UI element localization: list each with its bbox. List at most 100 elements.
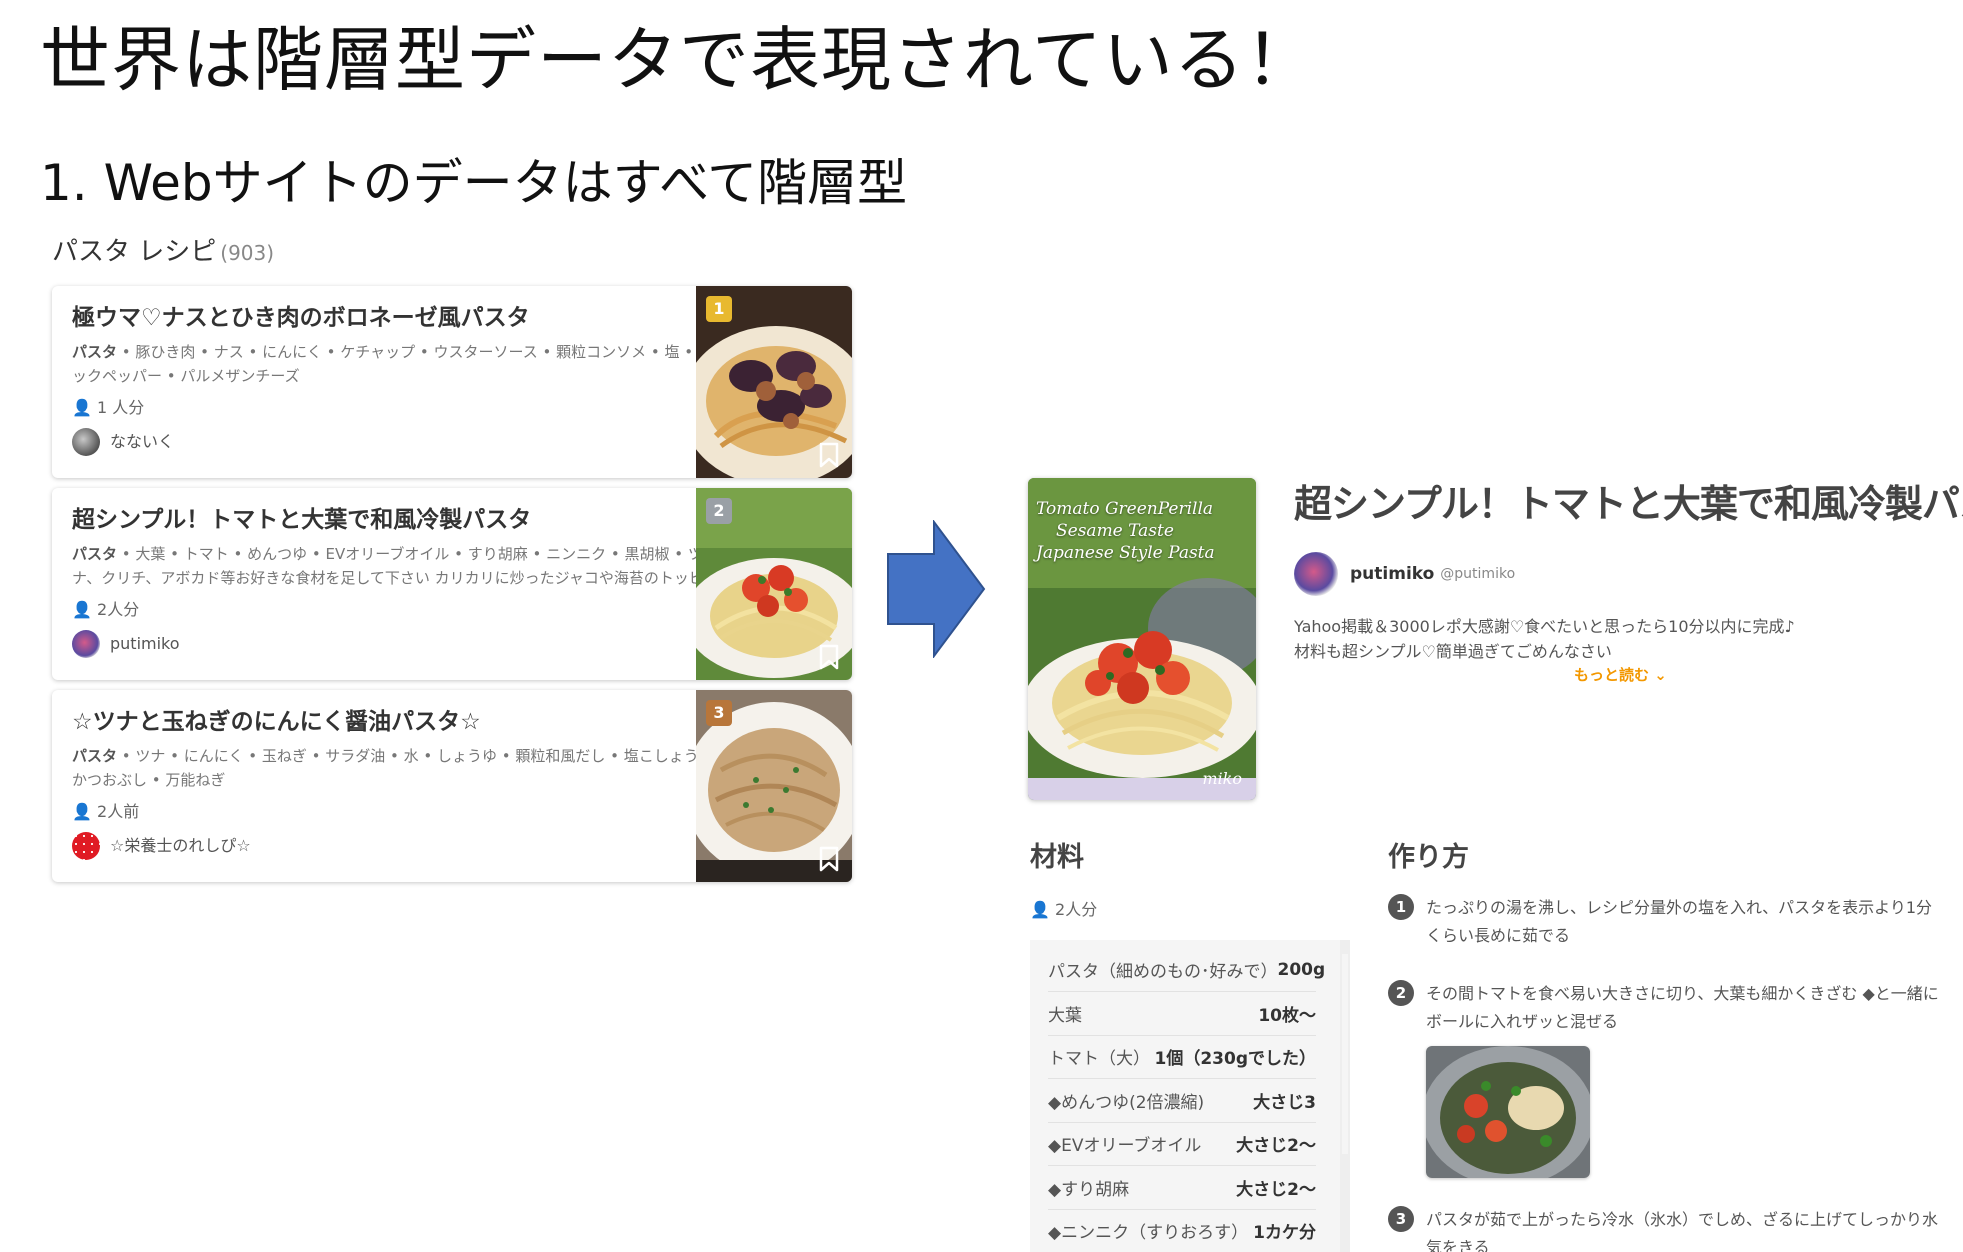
- slide-title: 世界は階層型データで表現されている！: [40, 19, 1316, 101]
- ingredient-row: トマト（大） 1個（230gでした）: [1048, 1035, 1316, 1079]
- ingredient-row: パスタ（細めのもの･好みで） 200g: [1048, 948, 1325, 992]
- photo-overlay-line: Tomato GreenPerilla: [1036, 499, 1214, 519]
- ingredient-lead: パスタ: [72, 747, 118, 765]
- ingredient-qty: 大さじ2～: [1236, 1136, 1316, 1156]
- scrollbar[interactable]: [1340, 940, 1350, 1252]
- author-handle: @putimiko: [1440, 566, 1516, 582]
- recipe-card-photo[interactable]: 1: [681, 286, 852, 478]
- ingredient-row: ◆EVオリーブオイル 大さじ2～: [1048, 1122, 1316, 1166]
- ingredient-qty: 1個（230gでした）: [1154, 1049, 1316, 1069]
- description-line: Yahoo掲載＆3000レポ大感謝♡食べたいと思ったら10分以内に完成♪: [1294, 617, 1795, 636]
- steps-heading: 作り方: [1388, 842, 1469, 873]
- description-line: 材料も超シンプル♡簡単過ぎてごめんなさい: [1294, 642, 1612, 661]
- recipe-author[interactable]: putimiko @putimiko: [1294, 552, 1515, 596]
- ingredient-qty: 1カケ分: [1253, 1223, 1316, 1243]
- ingredient-row: ◆ニンニク（すりおろす） 1カケ分: [1048, 1209, 1316, 1252]
- ingredient-row: ◆めんつゆ(2倍濃縮) 大さじ3: [1048, 1079, 1316, 1123]
- bookmark-icon[interactable]: [818, 846, 840, 872]
- ingredient-qty: 大さじ2～: [1236, 1180, 1316, 1200]
- avatar: [72, 428, 100, 456]
- recipe-card-ingredients: パスタ • ツナ • にんにく • 玉ねぎ • サラダ油 • 水 • しょうゆ …: [72, 744, 732, 792]
- ingredient-name: ◆ニンニク（すりおろす）: [1048, 1223, 1249, 1243]
- ingredient-list: • 大葉 • トマト • めんつゆ • EVオリーブオイル • すり胡麻 • ニ…: [72, 545, 719, 587]
- recipe-description: Yahoo掲載＆3000レポ大感謝♡食べたいと思ったら10分以内に完成♪ 材料も…: [1294, 614, 1795, 664]
- read-more-link[interactable]: もっと読む ⌄: [1574, 664, 1667, 685]
- photo-signature: miko: [1202, 769, 1242, 788]
- author-name: ☆栄養士のれしぴ☆: [110, 836, 251, 855]
- step-text: たっぷりの湯を沸し、レシピ分量外の塩を入れ、パスタを表示より1分くらい長めに茹で…: [1426, 898, 1933, 945]
- ingredient-qty: 10枚～: [1258, 1006, 1316, 1026]
- step-number: 2: [1388, 980, 1414, 1006]
- recipe-card-title[interactable]: 超シンプル！トマトと大葉で和風冷製パスタ: [72, 502, 732, 538]
- recipe-card[interactable]: ☆ツナと玉ねぎのにんにく醤油パスタ☆ パスタ • ツナ • にんにく • 玉ねぎ…: [52, 690, 852, 882]
- ingredient-name: トマト（大）: [1048, 1049, 1150, 1069]
- recipe-card-photo[interactable]: 3: [684, 690, 852, 882]
- photo-overlay-text: Tomato GreenPerilla Sesame Taste Japanes…: [1036, 498, 1215, 564]
- recipe-card[interactable]: 極ウマ♡ナスとひき肉のボロネーゼ風パスタ パスタ • 豚ひき肉 • ナス • に…: [52, 286, 852, 478]
- rank-badge: 2: [706, 498, 732, 524]
- author-name: putimiko: [110, 634, 180, 653]
- ingredient-qty: 大さじ3: [1253, 1093, 1316, 1113]
- ingredient-qty: 200g: [1277, 959, 1326, 980]
- ingredients-heading: 材料: [1030, 842, 1084, 873]
- results-heading: パスタ レシピ (903): [52, 232, 274, 273]
- recipe-card-servings: 👤 1 人分: [72, 396, 732, 420]
- person-icon: 👤: [1030, 900, 1050, 919]
- avatar: [1294, 552, 1338, 596]
- avatar: [72, 630, 100, 658]
- photo-overlay-line: Sesame Taste: [1056, 521, 1174, 541]
- ingredient-list: • ツナ • にんにく • 玉ねぎ • サラダ油 • 水 • しょうゆ • 顆粒…: [72, 747, 713, 789]
- step-text: パスタが茹で上がったら冷水（氷水）でしめ、ざるに上げてしっかり水気をきる: [1426, 1210, 1939, 1252]
- photo-overlay-line: Japanese Style Pasta: [1036, 543, 1215, 563]
- recipe-card-author[interactable]: なないく: [72, 428, 732, 456]
- person-icon: 👤: [72, 398, 92, 417]
- results-count: (903): [220, 241, 275, 265]
- step-number: 1: [1388, 894, 1414, 920]
- recipe-card-ingredients: パスタ • 大葉 • トマト • めんつゆ • EVオリーブオイル • すり胡麻…: [72, 542, 732, 590]
- recipe-hero-photo[interactable]: Tomato GreenPerilla Sesame Taste Japanes…: [1028, 478, 1256, 800]
- recipe-title: 超シンプル！トマトと大葉で和風冷製パスタ: [1294, 482, 1963, 526]
- recipe-card-ingredients: パスタ • 豚ひき肉 • ナス • にんにく • ケチャップ • ウスターソース…: [72, 340, 732, 388]
- step-text: その間トマトを食べ易い大きさに切り、大葉も細かくきざむ ◆と一緒にボールに入れザ…: [1426, 984, 1939, 1031]
- recipe-card[interactable]: 超シンプル！トマトと大葉で和風冷製パスタ パスタ • 大葉 • トマト • めん…: [52, 488, 852, 680]
- slide-subtitle: 1. Webサイトのデータはすべて階層型: [40, 154, 908, 212]
- author-name: なないく: [110, 432, 175, 451]
- mixing-bowl-image: [1426, 1046, 1590, 1178]
- recipe-card-title[interactable]: 極ウマ♡ナスとひき肉のボロネーゼ風パスタ: [72, 300, 732, 336]
- results-heading-text: パスタ レシピ: [52, 237, 217, 267]
- step-photo[interactable]: [1426, 1046, 1590, 1178]
- avatar: [72, 832, 100, 860]
- recipe-card-title[interactable]: ☆ツナと玉ねぎのにんにく醤油パスタ☆: [72, 704, 732, 740]
- scrollbar-thumb[interactable]: [1342, 954, 1348, 1154]
- ingredient-name: ◆すり胡麻: [1048, 1180, 1130, 1200]
- person-icon: 👤: [72, 802, 92, 821]
- step-number: 3: [1388, 1206, 1414, 1232]
- ingredients-list[interactable]: パスタ（細めのもの･好みで） 200g 大葉 10枚～ トマト（大） 1個（230gで…: [1030, 940, 1350, 1252]
- author-name: putimiko: [1350, 564, 1435, 584]
- ingredient-name: ◆めんつゆ(2倍濃縮): [1048, 1093, 1205, 1113]
- ingredient-lead: パスタ: [72, 343, 118, 361]
- recipe-card-photo[interactable]: 2: [684, 488, 852, 680]
- person-icon: 👤: [72, 600, 92, 619]
- ingredient-row: ◆すり胡麻 大さじ2～: [1048, 1166, 1316, 1210]
- servings-text: 2人分: [97, 600, 140, 619]
- rank-badge: 3: [706, 700, 732, 726]
- recipe-card-servings: 👤 2人前: [72, 800, 732, 824]
- bookmark-icon[interactable]: [818, 644, 840, 670]
- ingredient-name: ◆EVオリーブオイル: [1048, 1136, 1202, 1156]
- rank-badge: 1: [706, 296, 732, 322]
- recipe-card-author[interactable]: ☆栄養士のれしぴ☆: [72, 832, 732, 860]
- ingredient-name: パスタ（細めのもの･好みで）: [1048, 962, 1278, 982]
- servings-text: 2人分: [1055, 900, 1098, 919]
- bookmark-icon[interactable]: [818, 442, 840, 468]
- recipe-card-servings: 👤 2人分: [72, 598, 732, 622]
- servings-text: 1 人分: [97, 398, 145, 417]
- ingredient-name: 大葉: [1048, 1006, 1082, 1026]
- servings-text: 2人前: [97, 802, 140, 821]
- ingredients-servings: 👤 2人分: [1030, 896, 1097, 920]
- ingredient-lead: パスタ: [72, 545, 118, 563]
- recipe-card-author[interactable]: putimiko: [72, 630, 732, 658]
- ingredient-row: 大葉 10枚～: [1048, 992, 1316, 1036]
- ingredient-list: • 豚ひき肉 • ナス • にんにく • ケチャップ • ウスターソース • 顆…: [72, 343, 728, 385]
- right-arrow-icon: [887, 520, 986, 658]
